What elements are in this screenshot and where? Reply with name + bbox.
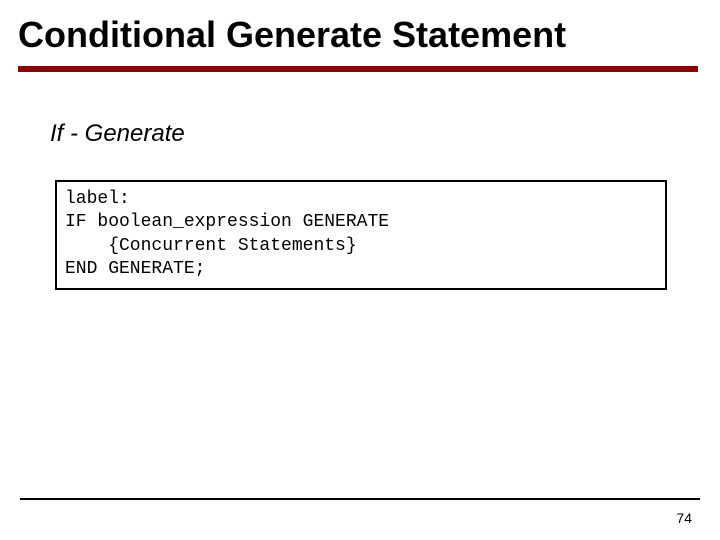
footer-divider <box>20 498 700 500</box>
title-underline <box>18 66 698 72</box>
page-number: 74 <box>676 510 692 526</box>
code-line-1: label: <box>65 189 130 209</box>
code-line-4: END GENERATE; <box>65 259 205 279</box>
page-title: Conditional Generate Statement <box>18 14 566 56</box>
code-line-2: IF boolean_expression GENERATE <box>65 212 389 232</box>
slide: Conditional Generate Statement If - Gene… <box>0 0 720 540</box>
code-line-3: {Concurrent Statements} <box>65 236 357 256</box>
code-block: label: IF boolean_expression GENERATE {C… <box>55 180 667 290</box>
section-subtitle: If - Generate <box>50 120 185 148</box>
